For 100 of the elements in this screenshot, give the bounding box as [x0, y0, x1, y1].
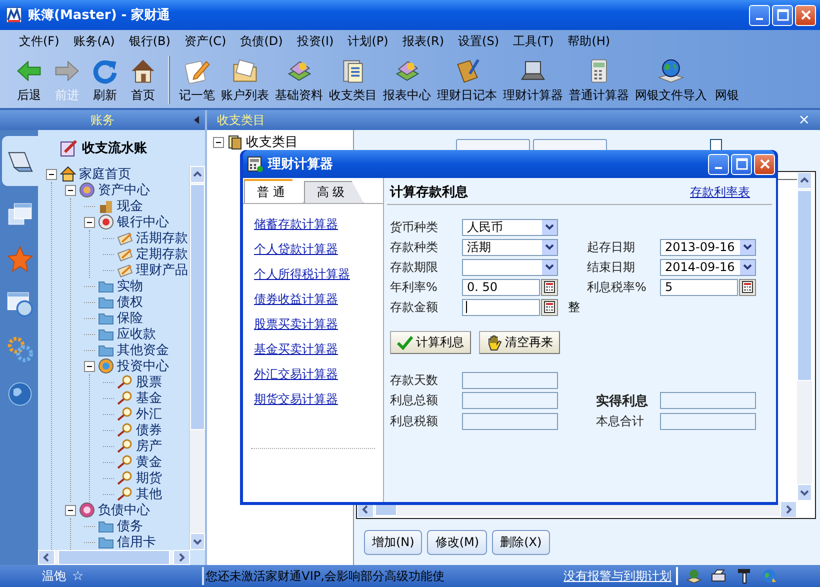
toolbar-button[interactable]: 报表中心	[380, 56, 434, 104]
tree-item[interactable]: 外汇	[136, 405, 162, 423]
calculator-link[interactable]: 外汇交易计算器	[254, 366, 383, 383]
maximize-button[interactable]	[731, 154, 752, 174]
toolbar-button[interactable]: 理财日记本	[434, 56, 500, 104]
tree-item[interactable]: 基金	[136, 389, 162, 407]
scrollbar[interactable]	[189, 166, 205, 550]
calculator-link[interactable]: 储蓄存款计算器	[254, 216, 383, 233]
dropdown[interactable]: 人民币	[462, 218, 558, 236]
tree-item[interactable]: 家庭首页	[79, 166, 131, 183]
calculator-link[interactable]: 股票买卖计算器	[254, 316, 383, 333]
action-button[interactable]: 修改(M)	[427, 530, 488, 555]
collapse-toggle[interactable]	[46, 168, 57, 180]
tab[interactable]: 高 级	[304, 181, 364, 203]
calculator-link[interactable]: 期货交易计算器	[254, 391, 383, 408]
calculator-link[interactable]: 基金买卖计算器	[254, 341, 383, 358]
menu-item[interactable]: 文件(F)	[14, 32, 64, 50]
toolbar-button[interactable]: 刷新	[86, 56, 124, 104]
tree-item[interactable]: 保险	[117, 309, 143, 327]
tree-item[interactable]: 债券	[136, 421, 162, 439]
close-button[interactable]	[795, 4, 816, 26]
close-button[interactable]	[754, 154, 775, 174]
minimize-button[interactable]	[708, 154, 729, 174]
scroll-arrow-button[interactable]	[797, 172, 812, 189]
tree-item[interactable]: 债权	[117, 293, 143, 311]
input-field[interactable]: 5	[660, 278, 738, 296]
tree-item[interactable]: 其他	[136, 485, 162, 503]
dropdown[interactable]: 活期	[462, 238, 558, 256]
tree-item[interactable]: 活期存款	[136, 229, 188, 247]
input-field[interactable]	[462, 298, 540, 316]
toolbar-button[interactable]: 网银	[710, 56, 744, 104]
menu-item[interactable]: 帮助(H)	[562, 32, 616, 50]
input-field[interactable]: 0. 50	[462, 278, 540, 296]
tree-item[interactable]: 债务	[117, 517, 143, 535]
close-button[interactable]: ×	[798, 112, 810, 128]
rate-table-link[interactable]: 存款利率表	[690, 184, 750, 201]
toolbar-button[interactable]: 网银文件导入	[632, 56, 710, 104]
maximize-button[interactable]	[772, 4, 793, 26]
tree-item[interactable]: 应收款	[117, 325, 156, 343]
printer-icon[interactable]	[710, 568, 727, 584]
menu-item[interactable]: 投资(I)	[292, 32, 339, 50]
tree-item[interactable]: 定期存款	[136, 245, 188, 263]
toolbar-button[interactable]: 首页	[124, 56, 162, 104]
tree-item[interactable]: 资产中心	[98, 181, 150, 199]
scroll-thumb[interactable]	[797, 190, 812, 381]
calculator-button[interactable]	[541, 278, 558, 296]
collapse-toggle[interactable]	[84, 360, 95, 372]
menu-item[interactable]: 负债(D)	[235, 32, 288, 50]
scroll-arrow-button[interactable]	[190, 166, 205, 183]
toolbar-button[interactable]: 账户列表	[218, 56, 272, 104]
scroll-thumb[interactable]	[58, 550, 170, 565]
tab[interactable]: 普 通	[244, 179, 304, 203]
alert-link[interactable]: 没有报警与到期计划	[564, 568, 672, 584]
tree-item[interactable]: 实物	[117, 277, 143, 295]
hammer-icon[interactable]	[736, 568, 752, 584]
scrollbar[interactable]	[38, 550, 190, 565]
scroll-arrow-button[interactable]	[38, 550, 55, 565]
menu-item[interactable]: 账务(A)	[68, 32, 120, 50]
scroll-arrow-button[interactable]	[780, 501, 797, 518]
collapse-toggle[interactable]	[213, 136, 224, 148]
scroll-arrow-button[interactable]	[797, 484, 812, 501]
tree-item[interactable]: 银行中心	[117, 213, 169, 231]
action-button[interactable]: 增加(N)	[364, 530, 422, 555]
dropdown[interactable]: 2014-09-16	[660, 258, 756, 276]
tree-item[interactable]: 现金	[117, 197, 143, 215]
toolbar-button[interactable]: 后退	[10, 56, 48, 104]
calculator-button[interactable]	[541, 298, 558, 316]
globe-icon[interactable]	[686, 568, 702, 584]
action-button[interactable]: 计算利息	[390, 331, 471, 354]
collapse-toggle[interactable]	[84, 216, 95, 228]
minimize-button[interactable]	[749, 4, 770, 26]
scrollbar[interactable]	[797, 172, 812, 501]
action-button[interactable]: 删除(X)	[492, 530, 550, 555]
scroll-arrow-button[interactable]	[190, 533, 205, 550]
tree-item[interactable]: 投资中心	[117, 357, 169, 375]
collapse-toggle[interactable]	[65, 184, 76, 196]
nav-tab[interactable]	[2, 136, 38, 186]
tree-item[interactable]: 房产	[136, 437, 162, 455]
toolbar-button[interactable]: 记一笔	[176, 56, 218, 104]
checkbox[interactable]	[710, 139, 722, 151]
toolbar-button[interactable]: 理财计算器	[500, 56, 566, 104]
scroll-arrow-button[interactable]	[173, 550, 190, 565]
dropdown[interactable]: 2013-09-16	[660, 238, 756, 256]
tree-item[interactable]: 负债中心	[98, 501, 150, 519]
tree-item[interactable]: 期货	[136, 469, 162, 487]
menu-item[interactable]: 报表(R)	[397, 32, 450, 50]
tree-item[interactable]: 信用卡	[117, 533, 156, 550]
calculator-link[interactable]: 个人贷款计算器	[254, 241, 383, 258]
menu-item[interactable]: 设置(S)	[453, 32, 504, 50]
globe-icon[interactable]	[760, 568, 777, 584]
menu-item[interactable]: 工具(T)	[508, 32, 559, 50]
menu-item[interactable]: 计划(P)	[342, 32, 394, 50]
tree-item[interactable]: 收支类目	[246, 133, 298, 151]
tree-item[interactable]: 股票	[136, 373, 162, 391]
collapse-arrow-icon[interactable]	[194, 116, 199, 124]
tree-item[interactable]: 其他资金	[117, 341, 169, 359]
tree-item[interactable]: 黄金	[136, 453, 162, 471]
calculator-link[interactable]: 债券收益计算器	[254, 291, 383, 308]
menu-item[interactable]: 资产(C)	[179, 32, 232, 50]
toolbar-button[interactable]: 基础资料	[272, 56, 326, 104]
